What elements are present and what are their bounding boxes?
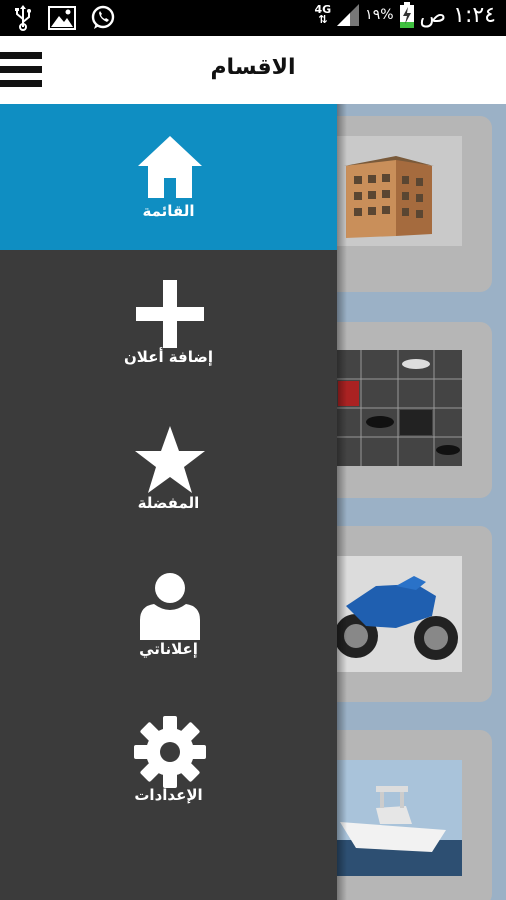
drawer-item-favorites[interactable]: المفضلة bbox=[0, 396, 337, 542]
drawer-item-label: إضافة أعلان bbox=[124, 348, 213, 366]
drawer-shadow bbox=[337, 104, 347, 900]
status-bar: 4G ⇅ ١٩% ١:٢٤ ص bbox=[0, 0, 506, 36]
notification-icons bbox=[12, 5, 116, 31]
gallery-icon bbox=[48, 6, 76, 30]
user-icon bbox=[140, 573, 200, 640]
whatsapp-icon bbox=[91, 5, 115, 29]
star-icon bbox=[135, 426, 205, 493]
battery-charging-icon bbox=[399, 2, 414, 28]
cars-image bbox=[336, 350, 462, 466]
drawer-item-add-ad[interactable]: إضافة أعلان bbox=[0, 250, 337, 396]
page-title: الاقسام bbox=[210, 55, 296, 80]
drawer-item-label: إعلاناتي bbox=[139, 640, 198, 658]
app-bar: الاقسام bbox=[0, 36, 506, 104]
clock: ١:٢٤ ص bbox=[419, 2, 496, 28]
navigation-drawer: القائمة إضافة أعلان المفضلة إعلاناتي الإ… bbox=[0, 104, 337, 900]
drawer-item-label: الإعدادات bbox=[134, 786, 203, 804]
drawer-item-label: القائمة bbox=[142, 202, 195, 220]
building-image bbox=[336, 136, 462, 246]
motorcycle-image bbox=[336, 556, 462, 672]
drawer-item-label: المفضلة bbox=[137, 494, 200, 512]
gear-icon bbox=[134, 716, 206, 788]
network-type: 4G ⇅ bbox=[314, 3, 332, 26]
home-icon bbox=[138, 136, 202, 198]
usb-icon bbox=[15, 5, 31, 31]
boat-image bbox=[336, 760, 462, 876]
drawer-item-settings[interactable]: الإعدادات bbox=[0, 688, 337, 834]
plus-icon bbox=[136, 280, 204, 348]
drawer-item-home[interactable]: القائمة bbox=[0, 104, 337, 250]
system-status: 4G ⇅ ١٩% ١:٢٤ ص bbox=[314, 2, 496, 28]
signal-icon bbox=[337, 4, 360, 26]
drawer-item-my-ads[interactable]: إعلاناتي bbox=[0, 542, 337, 688]
battery-percent: ١٩% bbox=[365, 7, 394, 23]
